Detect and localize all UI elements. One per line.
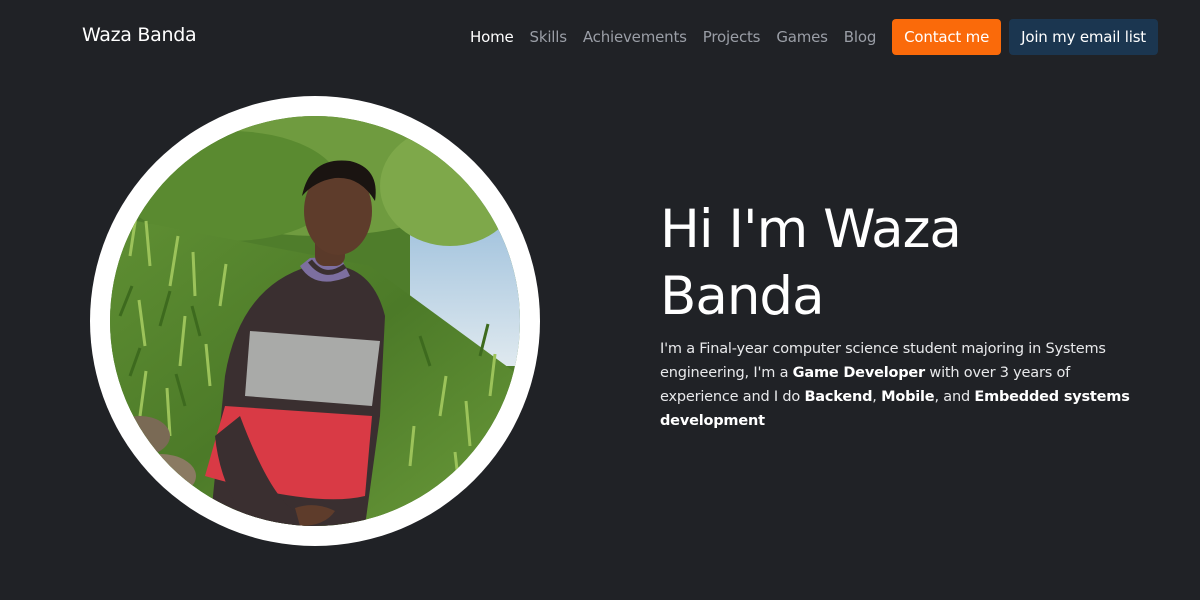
nav-achievements[interactable]: Achievements xyxy=(583,28,687,46)
hero-description: I'm a Final-year computer science studen… xyxy=(660,337,1130,433)
profile-photo xyxy=(110,116,520,526)
hero-text-part: , xyxy=(872,389,882,405)
skill-backend: Backend xyxy=(804,389,873,405)
brand-logo[interactable]: Waza Banda xyxy=(82,24,197,46)
contact-button[interactable]: Contact me xyxy=(892,19,1002,55)
nav-skills[interactable]: Skills xyxy=(530,28,568,46)
profile-photo-frame xyxy=(90,96,540,546)
email-list-button[interactable]: Join my email list xyxy=(1009,19,1158,55)
nav-projects[interactable]: Projects xyxy=(703,28,761,46)
hero-title: Hi I'm Waza Banda xyxy=(660,199,962,327)
nav-home[interactable]: Home xyxy=(470,28,514,46)
skill-game-developer: Game Developer xyxy=(792,365,926,381)
nav-games[interactable]: Games xyxy=(776,28,828,46)
main-nav: Home Skills Achievements Projects Games … xyxy=(454,19,1158,55)
nav-blog[interactable]: Blog xyxy=(844,28,877,46)
skill-mobile: Mobile xyxy=(881,389,935,405)
hero-text-part: , and xyxy=(934,389,975,405)
